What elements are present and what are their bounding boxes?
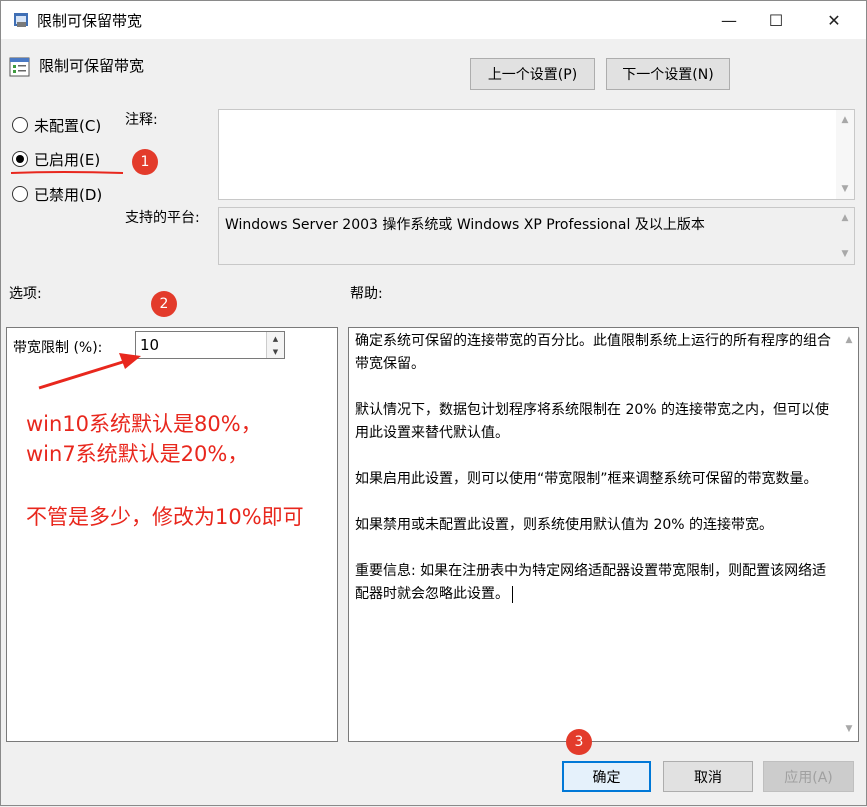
radio-button[interactable] [12, 186, 28, 202]
setting-title: 限制可保留带宽 [39, 57, 145, 75]
bandwidth-limit-label: 带宽限制 (%): [13, 340, 103, 356]
scroll-up-icon[interactable]: ▲ [836, 112, 854, 128]
close-button[interactable]: ✕ [811, 1, 857, 39]
minimize-icon: — [721, 10, 737, 30]
annotation-line-2: win7系统默认是20%， [26, 442, 249, 466]
apply-button[interactable]: 应用(A) [763, 761, 854, 792]
ok-button[interactable]: 确定 [562, 761, 651, 792]
stepper-buttons: ▲ ▼ [266, 332, 284, 358]
scroll-up-icon[interactable]: ▲ [840, 332, 858, 348]
help-scrollbar[interactable]: ▲ ▼ [840, 328, 858, 741]
step-badge-3: 3 [566, 729, 592, 755]
help-paragraph: 如果禁用或未配置此设置，则系统使用默认值为 20% 的连接带宽。 [355, 517, 774, 533]
comment-label: 注释: [125, 112, 158, 128]
options-panel [6, 327, 338, 742]
scroll-down-icon[interactable]: ▼ [836, 246, 854, 262]
platform-value: Windows Server 2003 操作系统或 Windows XP Pro… [225, 217, 705, 233]
help-paragraph: 默认情况下，数据包计划程序将系统限制在 20% 的连接带宽之内，但可以使用此设置… [355, 402, 830, 441]
previous-setting-button[interactable]: 上一个设置(P) [470, 58, 595, 90]
help-paragraph: 重要信息: 如果在注册表中为特定网络适配器设置带宽限制，则配置该网络适配器时就会… [355, 563, 827, 602]
comment-scrollbar[interactable]: ▲ ▼ [836, 110, 854, 199]
radio-button[interactable] [12, 151, 28, 167]
window-title: 限制可保留带宽 [37, 12, 143, 30]
maximize-icon: ☐ [768, 10, 784, 30]
help-text: 确定系统可保留的连接带宽的百分比。此值限制系统上运行的所有程序的组合带宽保留。 … [355, 330, 837, 606]
comment-textarea[interactable]: ▲ ▼ [218, 109, 855, 200]
step-badge-2: 2 [151, 291, 177, 317]
maximize-button[interactable]: ☐ [753, 1, 799, 39]
close-icon: ✕ [827, 10, 841, 30]
radio-disabled[interactable]: 已禁用(D) [12, 183, 102, 205]
radio-button[interactable] [12, 117, 28, 133]
platform-label: 支持的平台: [125, 210, 200, 226]
radio-label: 未配置(C) [34, 116, 102, 135]
scroll-down-icon[interactable]: ▼ [840, 721, 858, 737]
increment-icon[interactable]: ▲ [267, 332, 284, 345]
help-paragraph: 确定系统可保留的连接带宽的百分比。此值限制系统上运行的所有程序的组合带宽保留。 [355, 333, 831, 372]
platform-scrollbar[interactable]: ▲ ▼ [836, 208, 854, 264]
scroll-up-icon[interactable]: ▲ [836, 210, 854, 226]
annotation-line-3: 不管是多少，修改为10%即可 [26, 505, 304, 529]
cancel-button[interactable]: 取消 [663, 761, 753, 792]
step-badge-1: 1 [132, 149, 158, 175]
annotation-line-1: win10系统默认是80%， [26, 412, 262, 436]
help-panel: 确定系统可保留的连接带宽的百分比。此值限制系统上运行的所有程序的组合带宽保留。 … [348, 327, 859, 742]
policy-dialog: 限制可保留带宽 — ☐ ✕ 限制可保留带宽 上一个设置(P) 下一个设置(N) … [0, 0, 867, 806]
underline-annotation [10, 171, 124, 174]
radio-label: 已禁用(D) [34, 185, 103, 204]
minimize-button[interactable]: — [706, 1, 752, 39]
next-setting-button[interactable]: 下一个设置(N) [606, 58, 730, 90]
policy-settings-icon [14, 13, 28, 27]
text-cursor [512, 585, 513, 603]
decrement-icon[interactable]: ▼ [267, 345, 284, 358]
radio-not-configured[interactable]: 未配置(C) [12, 114, 101, 136]
bandwidth-limit-stepper[interactable]: 10 ▲ ▼ [135, 331, 285, 359]
title-bar: 限制可保留带宽 — ☐ ✕ [1, 1, 866, 39]
scroll-down-icon[interactable]: ▼ [836, 181, 854, 197]
radio-enabled[interactable]: 已启用(E) [12, 148, 100, 170]
bandwidth-limit-value[interactable]: 10 [140, 336, 159, 354]
platform-field: Windows Server 2003 操作系统或 Windows XP Pro… [218, 207, 855, 265]
help-paragraph: 如果启用此设置，则可以使用“带宽限制”框来调整系统可保留的带宽数量。 [355, 471, 818, 487]
radio-label: 已启用(E) [34, 150, 101, 169]
help-label: 帮助: [350, 286, 383, 302]
policy-setting-icon [9, 57, 30, 77]
options-label: 选项: [9, 286, 42, 302]
